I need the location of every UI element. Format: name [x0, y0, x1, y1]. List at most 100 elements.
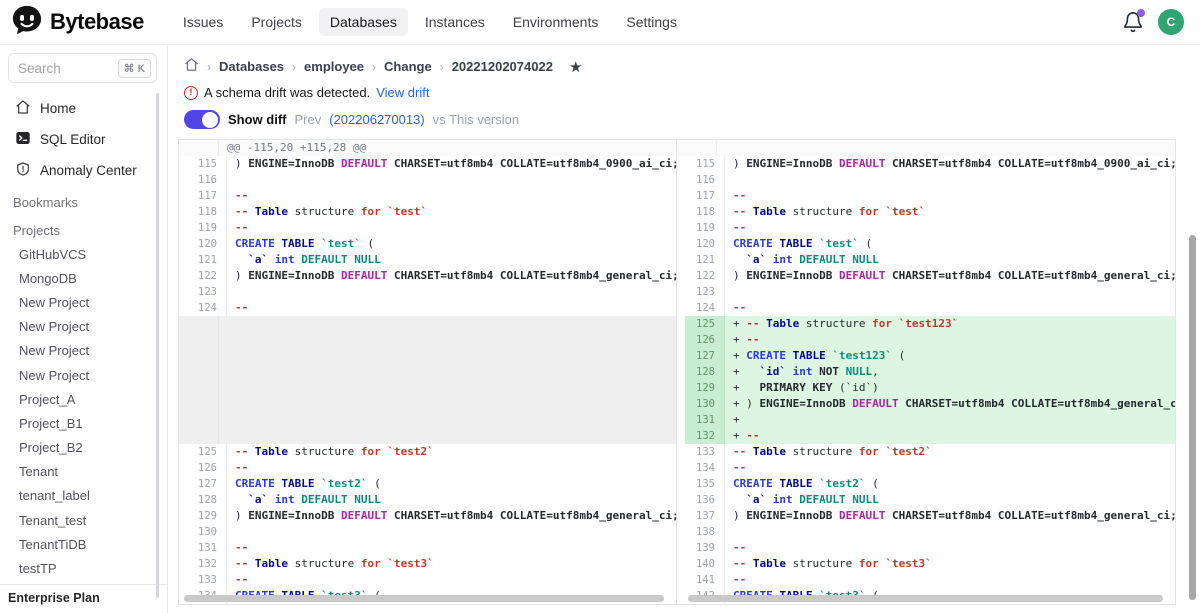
- prev-version-link[interactable]: (202206270013): [329, 112, 424, 127]
- topnav-instances[interactable]: Instances: [414, 8, 496, 36]
- bytebase-logo[interactable]: Bytebase: [12, 5, 144, 40]
- project-list: GitHubVCSMongoDBNew ProjectNew ProjectNe…: [0, 242, 167, 605]
- user-avatar[interactable]: C: [1158, 9, 1184, 35]
- topnav-issues[interactable]: Issues: [172, 8, 234, 36]
- code-line: -- Table structure for `test`: [725, 204, 1175, 220]
- breadcrumb-item[interactable]: Change: [384, 59, 432, 74]
- project-item[interactable]: Project_B2: [0, 436, 167, 460]
- diff-code-row: 136 `a` int DEFAULT NULL: [677, 492, 1175, 508]
- line-number: [179, 396, 219, 412]
- search-input[interactable]: [18, 61, 104, 76]
- code-line: CREATE TABLE `test` (: [725, 236, 1175, 252]
- project-item[interactable]: Project_A: [0, 387, 167, 411]
- code-line: + -- Table structure for `test123`: [725, 316, 1175, 332]
- sidebar-item-sql-editor[interactable]: SQL Editor: [0, 124, 167, 155]
- left-pane-horizontal-scrollbar[interactable]: [184, 595, 664, 602]
- sidebar-item-home[interactable]: Home: [0, 93, 167, 124]
- line-number: 123: [685, 284, 725, 300]
- project-item[interactable]: tenant_label: [0, 484, 167, 508]
- project-item[interactable]: New Project: [0, 339, 167, 363]
- code-line: -- Table structure for `test2`: [227, 444, 676, 460]
- plan-label: Enterprise Plan: [0, 584, 167, 613]
- line-number: 122: [685, 268, 725, 284]
- diff-code-row: 134--: [677, 460, 1175, 476]
- schema-diff-panel: @@ -115,20 +115,28 @@115) ENGINE=InnoDB …: [178, 139, 1176, 605]
- project-item[interactable]: Project_B1: [0, 411, 167, 435]
- code-line: --: [725, 220, 1175, 236]
- show-diff-toggle[interactable]: [184, 110, 220, 129]
- diff-code-row: 122) ENGINE=InnoDB DEFAULT CHARSET=utf8m…: [677, 268, 1175, 284]
- project-item[interactable]: New Project: [0, 290, 167, 314]
- code-line: [219, 348, 676, 364]
- diff-filler-row: [179, 412, 676, 428]
- diff-pane-previous: @@ -115,20 +115,28 @@115) ENGINE=InnoDB …: [179, 140, 677, 604]
- line-number: [179, 140, 219, 156]
- topnav-projects[interactable]: Projects: [240, 8, 313, 36]
- bookmark-star-icon[interactable]: ★: [569, 60, 582, 75]
- line-number: 140: [685, 556, 725, 572]
- diff-filler-row: [179, 316, 676, 332]
- page-vertical-scrollbar[interactable]: [1189, 235, 1196, 600]
- diff-code-row: 138: [677, 524, 1175, 540]
- code-line: --: [725, 572, 1175, 588]
- line-number: 138: [685, 524, 725, 540]
- code-line: ) ENGINE=InnoDB DEFAULT CHARSET=utf8mb4 …: [725, 268, 1175, 284]
- breadcrumb-home-icon[interactable]: [184, 57, 199, 77]
- line-number: 116: [187, 172, 227, 188]
- code-line: @@ -115,20 +115,28 @@: [219, 140, 676, 156]
- project-item[interactable]: testTP: [0, 556, 167, 580]
- line-number: [179, 332, 219, 348]
- diff-added-row: 132+ --: [677, 428, 1175, 444]
- breadcrumb-item[interactable]: employee: [304, 59, 364, 74]
- diff-code-row: 120CREATE TABLE `test` (: [179, 236, 676, 252]
- code-line: [725, 284, 1175, 300]
- project-item[interactable]: New Project: [0, 363, 167, 387]
- diff-added-row: 127+ CREATE TABLE `test123` (: [677, 348, 1175, 364]
- sidebar-section-bookmarks: Bookmarks: [0, 186, 167, 214]
- line-number: 133: [187, 572, 227, 588]
- topnav-settings[interactable]: Settings: [615, 8, 688, 36]
- diff-code-row: 127CREATE TABLE `test2` (: [179, 476, 676, 492]
- topnav-environments[interactable]: Environments: [502, 8, 610, 36]
- topnav-databases[interactable]: Databases: [319, 8, 408, 36]
- code-line: ) ENGINE=InnoDB DEFAULT CHARSET=utf8mb4 …: [227, 156, 676, 172]
- show-diff-label: Show diff: [228, 112, 287, 127]
- code-line: CREATE TABLE `test` (: [227, 236, 676, 252]
- right-pane-horizontal-scrollbar[interactable]: [688, 595, 1163, 602]
- diff-code-row: 132-- Table structure for `test3`: [179, 556, 676, 572]
- line-number: 139: [685, 540, 725, 556]
- notification-bell-icon[interactable]: [1122, 11, 1144, 33]
- code-line: [219, 316, 676, 332]
- diff-code-row: 125-- Table structure for `test2`: [179, 444, 676, 460]
- breadcrumb-item[interactable]: Databases: [219, 59, 284, 74]
- project-item[interactable]: Tenant_test: [0, 508, 167, 532]
- sidebar-scrollbar[interactable]: [156, 93, 159, 598]
- code-line: ) ENGINE=InnoDB DEFAULT CHARSET=utf8mb4 …: [227, 268, 676, 284]
- project-item[interactable]: GitHubVCS: [0, 242, 167, 266]
- search-box[interactable]: ⌘ K: [8, 53, 157, 83]
- diff-code-row: 120CREATE TABLE `test` (: [677, 236, 1175, 252]
- diff-code-row: 116: [677, 172, 1175, 188]
- project-item[interactable]: Tenant: [0, 460, 167, 484]
- sidebar: ⌘ K Home SQL Editor: [0, 45, 168, 613]
- breadcrumb-item[interactable]: 20221202074022: [452, 59, 553, 74]
- sql-editor-icon: [15, 130, 31, 149]
- line-number: 131: [187, 540, 227, 556]
- view-drift-link[interactable]: View drift: [376, 85, 429, 100]
- line-number: 117: [187, 188, 227, 204]
- diff-filler-row: [179, 380, 676, 396]
- top-bar: Bytebase IssuesProjectsDatabasesInstance…: [0, 0, 1200, 45]
- drift-message: A schema drift was detected.: [204, 85, 370, 100]
- breadcrumb-separator: ›: [207, 60, 211, 74]
- code-line: [725, 524, 1175, 540]
- diff-filler-row: [179, 348, 676, 364]
- line-number: 116: [685, 172, 725, 188]
- line-number: 127: [187, 476, 227, 492]
- project-item[interactable]: TenantTiDB: [0, 532, 167, 556]
- project-item[interactable]: MongoDB: [0, 266, 167, 290]
- sidebar-item-anomaly-center[interactable]: Anomaly Center: [0, 155, 167, 186]
- code-line: --: [227, 300, 676, 316]
- project-item[interactable]: New Project: [0, 315, 167, 339]
- diff-code-row: 118-- Table structure for `test`: [677, 204, 1175, 220]
- code-line: [219, 380, 676, 396]
